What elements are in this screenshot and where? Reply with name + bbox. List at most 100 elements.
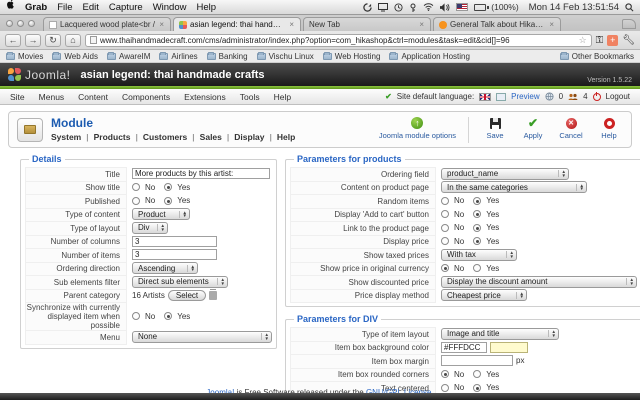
submenu-products[interactable]: Products [89,132,136,142]
submenu-help[interactable]: Help [272,132,300,142]
browser-tab[interactable]: Lacquered wood plate<br / × [43,17,171,31]
logout-link[interactable]: Logout [606,92,630,101]
submenu-sales[interactable]: Sales [195,132,227,142]
ordering-direction-select[interactable]: Ascending ▲ ▼ [132,262,198,275]
cancel-button[interactable]: ✕ Cancel [557,117,585,140]
bookmark-item[interactable]: Web Hosting [322,51,380,61]
joomla-menu-components[interactable]: Components [122,92,170,102]
joomla-menu-site[interactable]: Site [10,92,25,102]
published-radio-yes[interactable] [164,196,173,205]
submenu-customers[interactable]: Customers [138,132,192,142]
window-close-button[interactable] [6,20,13,27]
display-add-to-cart-radio-no[interactable] [441,210,449,219]
item-box-background-color-input[interactable] [441,341,487,353]
bookmark-item[interactable]: Airlines [159,51,198,61]
joomla-menu-tools[interactable]: Tools [240,92,260,102]
clock-icon[interactable] [394,2,403,12]
reload-button[interactable]: ↻ [45,33,61,47]
display-icon[interactable] [378,2,389,12]
page-security-icon[interactable] [90,36,97,44]
item-box-margin-input[interactable] [441,355,513,367]
menu-select[interactable]: None ▲ ▼ [132,330,272,343]
apple-icon[interactable] [6,0,17,14]
bookmark-item[interactable]: Application Hosting [389,51,470,61]
sync-icon[interactable] [363,2,372,12]
forward-button[interactable]: → [25,33,41,47]
item-box-rounded-corners-radio-no[interactable] [441,370,449,379]
wrench-menu-icon[interactable]: 🔧︎ [622,35,635,46]
sub-elements-filter-select[interactable]: Direct sub elements ▲ ▼ [132,275,228,288]
spotlight-icon[interactable] [625,2,634,12]
bookmark-item[interactable]: Movies [6,51,43,61]
mac-menu-help[interactable]: Help [196,2,216,13]
mac-menu-capture[interactable]: Capture [109,2,143,13]
mac-menu-edit[interactable]: Edit [83,2,99,13]
content-on-product-page-select[interactable]: In the same categories ▲ ▼ [441,181,587,194]
random-items-radio-no[interactable] [441,196,449,205]
mac-menu-window[interactable]: Window [153,2,187,13]
other-bookmarks[interactable]: Other Bookmarks [559,51,634,61]
tab-close-icon[interactable]: × [288,20,295,29]
help-button[interactable]: Help [595,117,623,140]
joomla-menu-content[interactable]: Content [78,92,108,102]
synchronize-radio-no[interactable] [132,312,140,320]
preview-link[interactable]: Preview [511,92,539,101]
bookmark-item[interactable]: AwareIM [107,51,150,61]
item-box-rounded-corners-radio-yes[interactable] [473,370,482,379]
browser-tab[interactable]: asian legend: thai handmad × [173,17,301,31]
bookmark-item[interactable]: Web Aids [52,51,98,61]
volume-icon[interactable] [440,2,450,12]
number-of-items-input[interactable] [132,249,217,261]
address-bar[interactable]: www.thaihandmadecraft.com/cms/administra… [85,33,592,47]
title-input[interactable] [132,168,270,180]
link-to-product-page-radio-no[interactable] [441,223,449,232]
window-zoom-button[interactable] [28,20,35,27]
mac-menu-file[interactable]: File [57,2,72,13]
joomla-menu-help[interactable]: Help [274,92,291,102]
tab-close-icon[interactable]: × [158,20,165,29]
home-button[interactable]: ⌂ [65,33,81,47]
show-title-radio-yes[interactable] [164,183,173,192]
battery-icon[interactable]: (100%) [474,2,519,12]
synchronize-radio-yes[interactable] [164,312,173,320]
apply-button[interactable]: ✔ Apply [519,116,547,140]
browser-tab[interactable]: New Tab × [303,17,431,31]
window-minimize-button[interactable] [17,20,24,27]
show-discounted-price-select[interactable]: Display the discount amount ▲ ▼ [441,275,637,288]
bookmark-star-icon[interactable]: ☆ [579,35,587,46]
mac-menu-grab[interactable]: Grab [25,2,47,13]
input-language-flag-icon[interactable] [456,3,469,11]
tab-close-icon[interactable]: × [548,20,555,29]
module-options-button[interactable]: ↑ Joomla module options [379,117,456,140]
back-button[interactable]: ← [5,33,21,47]
number-of-columns-input[interactable] [132,235,217,247]
wifi-icon[interactable] [423,3,434,11]
browser-tab[interactable]: General Talk about HikaSho × [433,17,561,31]
display-add-to-cart-radio-yes[interactable] [473,210,482,219]
menu-bar-clock[interactable]: Mon 14 Feb 13:51:54 [529,2,619,13]
color-swatch[interactable] [490,341,528,353]
link-to-product-page-radio-yes[interactable] [473,223,482,232]
submenu-system[interactable]: System [51,132,86,142]
price-display-method-select[interactable]: Cheapest price ▲ ▼ [441,289,527,302]
clear-category-icon[interactable] [209,288,218,300]
select-category-button[interactable]: Select [167,289,207,301]
display-price-radio-yes[interactable] [473,237,482,246]
save-button[interactable]: Save [481,117,509,140]
tab-close-icon[interactable]: × [418,20,425,29]
type-of-content-select[interactable]: Product ▲ ▼ [132,208,190,221]
joomla-menu-extensions[interactable]: Extensions [184,92,226,102]
key-extension-icon[interactable]: ⚿ [596,35,604,46]
type-of-item-layout-select[interactable]: Image and title ▲ ▼ [441,327,559,340]
type-of-layout-select[interactable]: Div ▲ ▼ [132,221,168,234]
bookmark-item[interactable]: Banking [206,51,248,61]
keychain-icon[interactable] [409,3,417,12]
joomla-menu-menus[interactable]: Menus [39,92,65,102]
bookmark-item[interactable]: Vischu Linux [256,51,314,61]
display-price-radio-no[interactable] [441,237,449,246]
show-title-radio-no[interactable] [132,183,140,192]
url-text[interactable]: www.thaihandmadecraft.com/cms/administra… [100,36,576,45]
published-radio-no[interactable] [132,196,140,205]
random-items-radio-yes[interactable] [473,196,482,205]
show-taxed-prices-select[interactable]: With tax ▲ ▼ [441,248,517,261]
